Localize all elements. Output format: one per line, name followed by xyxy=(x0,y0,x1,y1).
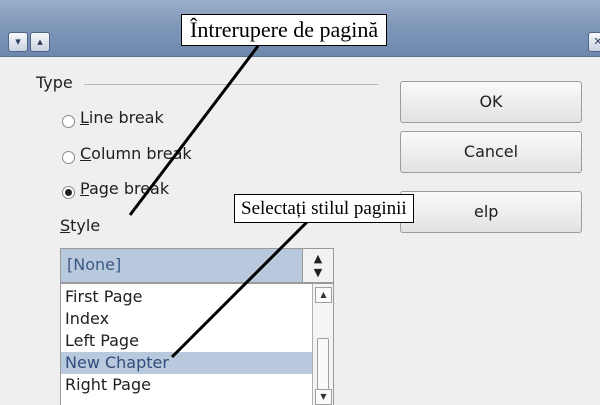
title-callout-line xyxy=(128,45,260,216)
style-callout-line xyxy=(170,219,310,359)
style-callout: Selectați stilul paginii xyxy=(234,194,414,223)
title-callout: Întrerupere de pagină xyxy=(181,14,388,46)
